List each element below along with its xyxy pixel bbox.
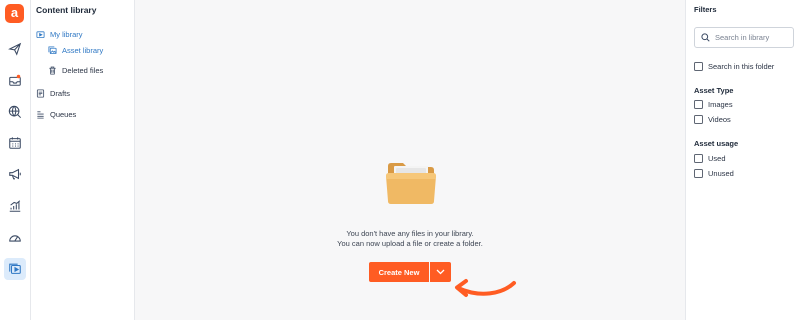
sidebar-item-label: My library	[50, 30, 83, 39]
calendar-icon	[9, 137, 21, 149]
globe-search-icon	[8, 105, 22, 119]
asset-usage-heading: Asset usage	[694, 139, 739, 148]
checkbox-box[interactable]	[694, 62, 703, 71]
empty-state-line-1: You don't have any files in your library…	[346, 229, 474, 238]
main-content: You don't have any files in your library…	[135, 0, 685, 320]
chevron-down-icon	[436, 269, 445, 275]
megaphone-icon	[9, 168, 21, 180]
filters-panel: Filters Search in this folder Asset Type…	[685, 0, 800, 320]
checkbox-label: Search in this folder	[708, 62, 775, 71]
checkbox-label: Images	[708, 100, 733, 109]
document-icon	[36, 89, 45, 98]
search-icon	[701, 33, 710, 42]
pointer-arrow-icon	[455, 279, 516, 297]
search-box	[694, 27, 794, 48]
asset-type-heading: Asset Type	[694, 86, 734, 95]
inbox-nav[interactable]	[4, 69, 26, 91]
publish-nav[interactable]	[4, 38, 26, 60]
sidebar-item-deleted-files[interactable]: Deleted files	[48, 66, 103, 75]
videos-checkbox[interactable]: Videos	[694, 115, 731, 124]
queue-icon	[37, 111, 44, 119]
dashboard-nav[interactable]	[4, 227, 26, 249]
sidebar-title: Content library	[36, 5, 97, 15]
listening-nav[interactable]	[4, 101, 26, 123]
sidebar-item-drafts[interactable]: Drafts	[36, 89, 70, 98]
checkbox-box[interactable]	[694, 100, 703, 109]
media-library-icon	[9, 263, 21, 274]
checkbox-box[interactable]	[694, 115, 703, 124]
inbox-icon	[9, 74, 21, 86]
search-in-folder-checkbox[interactable]: Search in this folder	[694, 62, 774, 71]
images-checkbox[interactable]: Images	[694, 100, 733, 109]
create-new-button[interactable]: Create New	[369, 262, 429, 282]
paper-plane-icon	[8, 42, 22, 56]
content-library-nav[interactable]	[4, 258, 26, 280]
logo-letter: a	[10, 5, 19, 20]
create-new-dropdown-button[interactable]	[430, 262, 451, 282]
checkbox-label: Videos	[708, 115, 731, 124]
empty-state-line-2: You can now upload a file or create a fo…	[337, 239, 483, 248]
gauge-icon	[9, 235, 21, 242]
checkbox-label: Unused	[708, 169, 734, 178]
images-icon	[48, 46, 57, 55]
ads-nav[interactable]	[4, 163, 26, 185]
trash-icon	[49, 66, 56, 75]
bar-chart-icon	[9, 200, 21, 212]
unused-checkbox[interactable]: Unused	[694, 169, 734, 178]
used-checkbox[interactable]: Used	[694, 154, 726, 163]
sidebar-item-label: Queues	[50, 110, 77, 119]
sidebar-item-asset-library[interactable]: Asset library	[48, 46, 103, 55]
checkbox-label: Used	[708, 154, 726, 163]
sidebar-item-label: Asset library	[62, 46, 104, 55]
icon-rail: a	[0, 0, 31, 320]
sidebar-item-queues[interactable]: Queues	[36, 110, 76, 119]
create-new-button-group: Create New	[369, 262, 451, 282]
calendar-nav[interactable]	[4, 132, 26, 154]
analytics-nav[interactable]	[4, 195, 26, 217]
sidebar-item-label: Drafts	[50, 89, 71, 98]
content-library-sidebar: Content library My library Asset library…	[31, 0, 135, 320]
search-input[interactable]	[715, 33, 791, 42]
app-logo[interactable]: a	[5, 4, 24, 23]
checkbox-box[interactable]	[694, 154, 703, 163]
filters-title: Filters	[694, 5, 717, 14]
sidebar-item-my-library[interactable]: My library	[36, 30, 83, 39]
empty-folder-illustration	[386, 163, 436, 204]
folder-media-icon	[36, 31, 45, 39]
checkbox-box[interactable]	[694, 169, 703, 178]
sidebar-item-label: Deleted files	[62, 66, 104, 75]
